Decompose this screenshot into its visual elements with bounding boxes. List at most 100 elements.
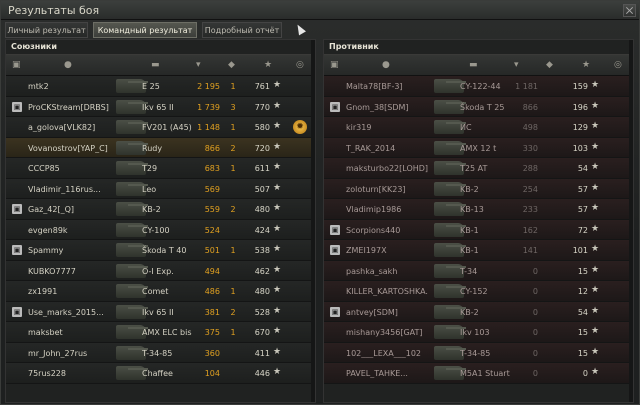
squad-column-icon[interactable]: ▣ (12, 60, 21, 70)
table-row[interactable]: maksbet AMX ELC bis 375 1 670 ★ (6, 322, 315, 343)
table-row[interactable]: maksturbo22[LOHD] T25 AT 288 54 ★ (324, 158, 633, 179)
star-icon: ★ (591, 367, 600, 377)
player-column-icon[interactable]: ● (382, 60, 390, 70)
tab-personal[interactable]: Личный результат (5, 22, 88, 38)
player-name: a_golova[VLK82] (28, 123, 96, 132)
player-name: mishany3456[GAT] (346, 328, 423, 337)
squad-badge-icon: ▣ (330, 224, 340, 235)
table-row[interactable]: Vladimip1986 KB-13 233 57 ★ (324, 199, 633, 220)
damage-value: 866 (204, 143, 220, 153)
table-row[interactable]: ▣ ZMEI197X KB-1 141 101 ★ (324, 240, 633, 261)
squad-badge-icon: ▣ (330, 306, 340, 317)
kills-value: 2 (230, 307, 236, 317)
star-icon: ★ (273, 223, 282, 234)
table-row[interactable]: ▣ antvey[SDM] KB-2 0 54 ★ (324, 301, 633, 322)
table-row[interactable]: ▣ Spammy Škoda T 40 501 1 538 ★ (6, 240, 315, 261)
table-row[interactable]: evgen89k CY-100 524 424 ★ (6, 219, 315, 240)
table-row[interactable]: Vladimir_116rus... Leo 569 507 ★ (6, 178, 315, 199)
table-row[interactable]: ▣ Scorpions440 KB-1 162 72 ★ (324, 219, 633, 240)
star-icon: ★ (591, 326, 600, 336)
star-icon: ★ (591, 346, 600, 357)
enemies-scrollbar[interactable] (629, 40, 633, 402)
kills-value: 1 (230, 287, 236, 296)
allies-scrollbar[interactable] (311, 40, 315, 402)
medal-icon[interactable]: ✹ (293, 120, 307, 134)
table-row[interactable]: PAVEL_TAHKE... M5A1 Stuart 0 0 ★ (324, 363, 633, 384)
tank-name: Comet (142, 287, 169, 296)
table-row[interactable]: kir319 ИС 498 129 ★ (324, 117, 633, 138)
kills-value: 2 (230, 143, 236, 153)
damage-value: 104 (204, 369, 220, 378)
xp-value: 446 (254, 369, 270, 378)
squad-column-icon[interactable]: ▣ (330, 60, 339, 70)
damage-column-icon[interactable]: ▾ (196, 60, 201, 70)
damage-value: 501 (204, 246, 220, 255)
tank-name: KB-13 (460, 205, 484, 214)
xp-column-icon[interactable]: ★ (582, 60, 590, 70)
tab-detailed[interactable]: Подробный отчёт (202, 22, 282, 38)
close-icon[interactable] (623, 4, 636, 17)
table-row[interactable]: pashka_sakh T-34 0 15 ★ (324, 260, 633, 281)
table-row[interactable]: Vovanostrov[YAP_C] Rudy 866 2 720 ★ (6, 137, 315, 158)
xp-value: 507 (254, 184, 270, 194)
table-row[interactable]: zoloturn[KK23] KB-2 254 57 ★ (324, 178, 633, 199)
player-name: pashka_sakh (346, 266, 398, 276)
table-row[interactable]: ▣ Gnom_38[SDM] Škoda T 25 866 196 ★ (324, 96, 633, 117)
squad-badge-icon: ▣ (330, 101, 340, 112)
player-name: maksturbo22[LOHD] (346, 164, 428, 173)
enemies-title: Противник (329, 42, 379, 51)
damage-value: 1 181 (515, 82, 538, 91)
table-row[interactable]: a_golova[VLK82] FV201 (A45) 1 148 1 580 … (6, 117, 315, 138)
xp-column-icon[interactable]: ★ (264, 60, 272, 70)
tank-name: KB-1 (460, 225, 479, 235)
star-icon: ★ (273, 326, 282, 336)
player-column-icon[interactable]: ● (64, 60, 72, 70)
star-icon: ★ (273, 121, 282, 131)
damage-column-icon[interactable]: ▾ (514, 60, 519, 70)
xp-value: 54 (577, 307, 588, 317)
table-row[interactable]: CCCP85 T29 683 1 611 ★ (6, 158, 315, 179)
table-row[interactable]: ▣ Use_marks_2015... Ikv 65 II 381 2 528 … (6, 301, 315, 322)
kills-value: 1 (230, 123, 236, 132)
table-row[interactable]: 75rus228 Chaffee 104 446 ★ (6, 363, 315, 384)
table-row[interactable]: ▣ ProCKStream[DRBS] Ikv 65 II 1 739 3 77… (6, 96, 315, 117)
kills-column-icon[interactable]: ◆ (546, 60, 553, 70)
xp-value: 15 (577, 348, 588, 358)
table-row[interactable]: KILLER_KARTOSHKA... CY-152 0 12 ★ (324, 281, 633, 302)
player-name: mr_John_27rus (28, 348, 88, 358)
table-row[interactable]: ▣ Gaz_42[_Q] KB-2 559 2 480 ★ (6, 199, 315, 220)
kills-column-icon[interactable]: ◆ (228, 60, 235, 70)
tab-team[interactable]: Командный результат (93, 22, 197, 38)
tank-column-icon[interactable]: ▬ (151, 60, 160, 70)
star-icon: ★ (273, 244, 282, 254)
tank-name: T25 AT (460, 164, 488, 173)
table-row[interactable]: zx1991 Comet 486 1 480 ★ (6, 281, 315, 302)
table-row[interactable]: Malta78[BF-3] CY-122-44 1 181 159 ★ (324, 76, 633, 97)
tank-name: KB-1 (460, 246, 479, 255)
squad-badge-icon: ▣ (330, 245, 340, 255)
xp-value: 462 (254, 266, 270, 276)
player-name: Use_marks_2015... (28, 307, 104, 317)
tank-name: CY-122-44 (460, 82, 501, 91)
table-row[interactable]: 102___LEXA___102 T-34-85 0 15 ★ (324, 342, 633, 363)
table-row[interactable]: KUBKO7777 O-I Exp. 494 462 ★ (6, 260, 315, 281)
tank-name: Rudy (142, 143, 163, 153)
damage-value: 683 (204, 164, 220, 173)
damage-value: 498 (522, 123, 538, 132)
medal-column-icon[interactable]: ◎ (296, 60, 304, 70)
medal-column-icon[interactable]: ◎ (614, 60, 622, 70)
star-icon: ★ (591, 285, 600, 295)
allies-column-header: ▣ ● ▬ ▾ ◆ ★ ◎ (6, 54, 315, 76)
player-name: T_RAK_2014 (346, 143, 396, 153)
player-name: ProCKStream[DRBS] (28, 102, 109, 112)
table-row[interactable]: mishany3456[GAT] Ikv 103 0 15 ★ (324, 322, 633, 343)
table-row[interactable]: mtk2 E 25 2 195 1 761 ★ (6, 76, 315, 97)
tank-column-icon[interactable]: ▬ (469, 60, 478, 70)
player-name: Vladimir_116rus... (28, 184, 101, 194)
table-row[interactable]: mr_John_27rus T-34-85 360 411 ★ (6, 342, 315, 363)
tank-name: Ikv 65 II (142, 307, 174, 317)
enemies-column-header: ▣ ● ▬ ▾ ◆ ★ ◎ (324, 54, 633, 76)
table-row[interactable]: T_RAK_2014 AMX 12 t 330 103 ★ (324, 137, 633, 158)
star-icon: ★ (273, 80, 282, 90)
player-name: Spammy (28, 246, 64, 255)
